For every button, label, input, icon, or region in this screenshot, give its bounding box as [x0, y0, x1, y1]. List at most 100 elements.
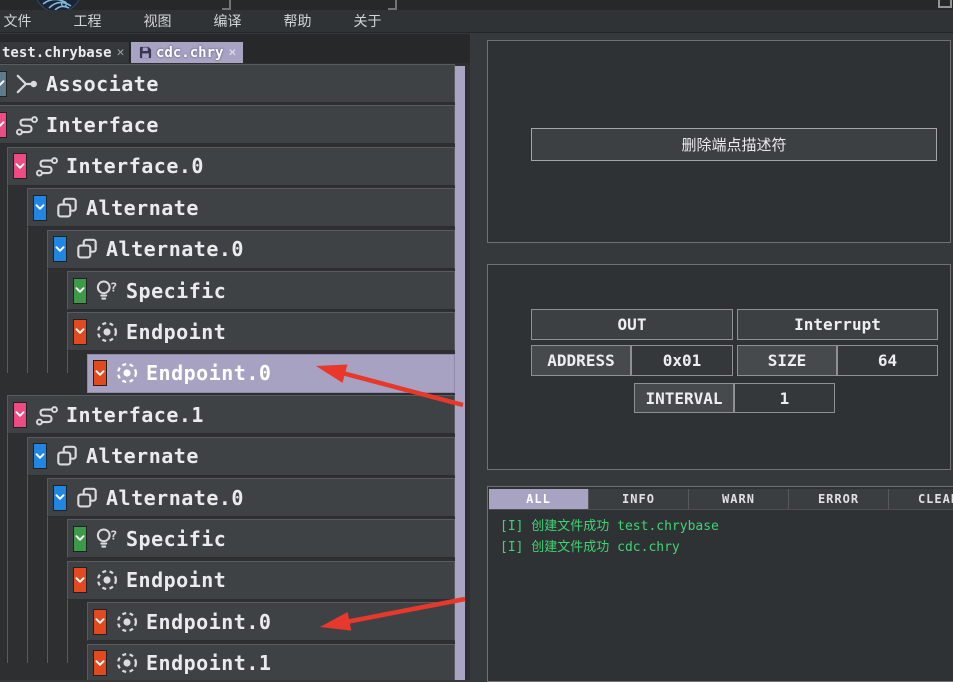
tree-row-label: Endpoint	[126, 320, 226, 344]
endpoint-icon	[94, 567, 120, 593]
tree-row-Associate[interactable]: Associate	[0, 64, 455, 103]
endpoint-icon	[114, 609, 140, 635]
chevron-down-icon	[75, 328, 85, 335]
log-tab-warn[interactable]: WARN	[689, 489, 789, 509]
expander-badge[interactable]	[33, 195, 47, 221]
window-control-icon[interactable]	[938, 0, 952, 8]
tree-row-Specific[interactable]: ?Specific	[67, 271, 455, 310]
direction-button[interactable]: OUT	[531, 309, 733, 340]
tree-row-Interface.0[interactable]: Interface.0	[7, 147, 455, 186]
size-label: SIZE	[737, 345, 837, 376]
tree-row-Alternate.0[interactable]: Alternate.0	[47, 478, 455, 517]
tree-indent-guide	[27, 227, 28, 373]
interval-field[interactable]: 1	[734, 383, 835, 413]
tree-row-label: Alternate	[86, 444, 199, 468]
specific-icon: ?	[94, 278, 120, 304]
tree-row-label: Interface	[46, 113, 159, 137]
tree-row-Interface.1[interactable]: Interface.1	[7, 395, 455, 434]
chevron-down-icon	[95, 660, 105, 667]
tree-indent-guide	[7, 186, 8, 374]
tree-row-Alternate.0[interactable]: Alternate.0	[47, 230, 455, 269]
save-icon	[139, 46, 152, 59]
tree-row-Endpoint[interactable]: Endpoint	[67, 561, 455, 600]
tree-row-label: Endpoint.0	[146, 361, 271, 385]
log-tab-info[interactable]: INFO	[589, 489, 689, 509]
chevron-down-icon	[75, 287, 85, 294]
chevron-down-icon	[75, 535, 85, 542]
tree-row-label: Specific	[126, 527, 226, 551]
endpoint-icon	[114, 360, 140, 386]
address-field[interactable]: 0x01	[631, 345, 733, 376]
chevron-down-icon	[75, 577, 85, 584]
tree-indent-guide	[47, 269, 48, 374]
chevron-down-icon	[95, 370, 105, 377]
alternate-icon	[54, 443, 80, 469]
tree-row-Alternate[interactable]: Alternate	[27, 188, 455, 227]
expander-badge[interactable]	[93, 650, 107, 676]
expander-badge[interactable]	[0, 112, 7, 138]
menu-item-1[interactable]: 工程	[73, 11, 102, 31]
log-tab-error[interactable]: ERROR	[789, 489, 889, 509]
endpoint-icon	[94, 319, 120, 345]
expander-badge[interactable]	[33, 443, 47, 469]
editor-tab-test.chrybase[interactable]: test.chrybase ✕	[0, 42, 130, 63]
tree-scrollbar[interactable]	[455, 66, 465, 680]
expander-badge[interactable]	[73, 319, 87, 345]
log-tab-clear[interactable]: CLEAR	[889, 489, 953, 509]
log-filter-tabs: ALLINFOWARNERRORCLEAR	[489, 489, 953, 510]
tree-row-label: Alternate	[86, 196, 199, 220]
menu-item-4[interactable]: 帮助	[283, 11, 312, 31]
log-panel: ALLINFOWARNERRORCLEAR [I] 创建文件成功 test.ch…	[487, 486, 953, 682]
menu-item-0[interactable]: 文件	[3, 11, 32, 31]
expander-badge[interactable]	[73, 278, 87, 304]
tree-indent-guide	[27, 476, 28, 664]
menu-item-5[interactable]: 关于	[353, 11, 382, 31]
log-output: [I] 创建文件成功 test.chrybase[I] 创建文件成功 cdc.c…	[488, 510, 953, 681]
transfer-type-button[interactable]: Interrupt	[737, 309, 938, 340]
tree-row-Endpoint[interactable]: Endpoint	[67, 312, 455, 351]
close-icon[interactable]: ✕	[117, 45, 125, 60]
chevron-down-icon	[0, 80, 5, 87]
chevron-down-icon	[35, 204, 45, 211]
interface-icon	[34, 153, 60, 179]
tree-row-Endpoint.0[interactable]: Endpoint.0	[87, 354, 455, 393]
chevron-down-icon	[0, 121, 5, 128]
interface-icon	[14, 112, 40, 138]
tree-row-label: Endpoint	[126, 568, 226, 592]
tree-indent-guide	[67, 600, 68, 663]
svg-text:?: ?	[110, 527, 118, 542]
tree-row-Specific[interactable]: ? Specific	[67, 519, 455, 558]
tree-row-Alternate[interactable]: Alternate	[27, 437, 455, 476]
editor-tab-cdc.chry[interactable]: cdc.chry ✕	[131, 42, 243, 63]
size-field[interactable]: 64	[837, 345, 938, 376]
delete-endpoint-descriptor-button[interactable]: 删除端点描述符	[531, 128, 937, 161]
tab-label: test.chrybase	[2, 45, 112, 61]
tree-row-label: Associate	[46, 72, 159, 96]
tree-row-Endpoint.1[interactable]: Endpoint.1	[87, 644, 455, 680]
chevron-down-icon	[55, 246, 65, 253]
tree-indent-guide	[7, 434, 8, 663]
log-tab-all[interactable]: ALL	[489, 489, 589, 509]
specific-icon: ?	[94, 526, 120, 552]
expander-badge[interactable]	[13, 153, 27, 179]
menu-item-2[interactable]: 视图	[143, 11, 172, 31]
expander-badge[interactable]	[53, 485, 67, 511]
tab-label: cdc.chry	[156, 45, 223, 61]
expander-badge[interactable]	[73, 567, 87, 593]
menu-item-3[interactable]: 编译	[213, 11, 242, 31]
expander-badge[interactable]	[93, 609, 107, 635]
tree-row-Endpoint.0[interactable]: Endpoint.0	[87, 602, 455, 641]
tree-row-Interface[interactable]: Interface	[0, 105, 455, 144]
close-icon[interactable]: ✕	[228, 45, 236, 60]
alternate-icon	[74, 485, 100, 511]
editor-tab-bar: test.chrybase ✕ cdc.chry ✕	[0, 34, 470, 63]
expander-badge[interactable]	[0, 71, 7, 97]
expander-badge[interactable]	[13, 402, 27, 428]
chevron-down-icon	[15, 163, 25, 170]
expander-badge[interactable]	[93, 360, 107, 386]
menu-bar: 文件 工程 视图 编译 帮助 关于	[0, 10, 953, 33]
interval-label: INTERVAL	[634, 383, 734, 413]
address-label: ADDRESS	[531, 345, 631, 376]
expander-badge[interactable]	[73, 526, 87, 552]
expander-badge[interactable]	[53, 236, 67, 262]
